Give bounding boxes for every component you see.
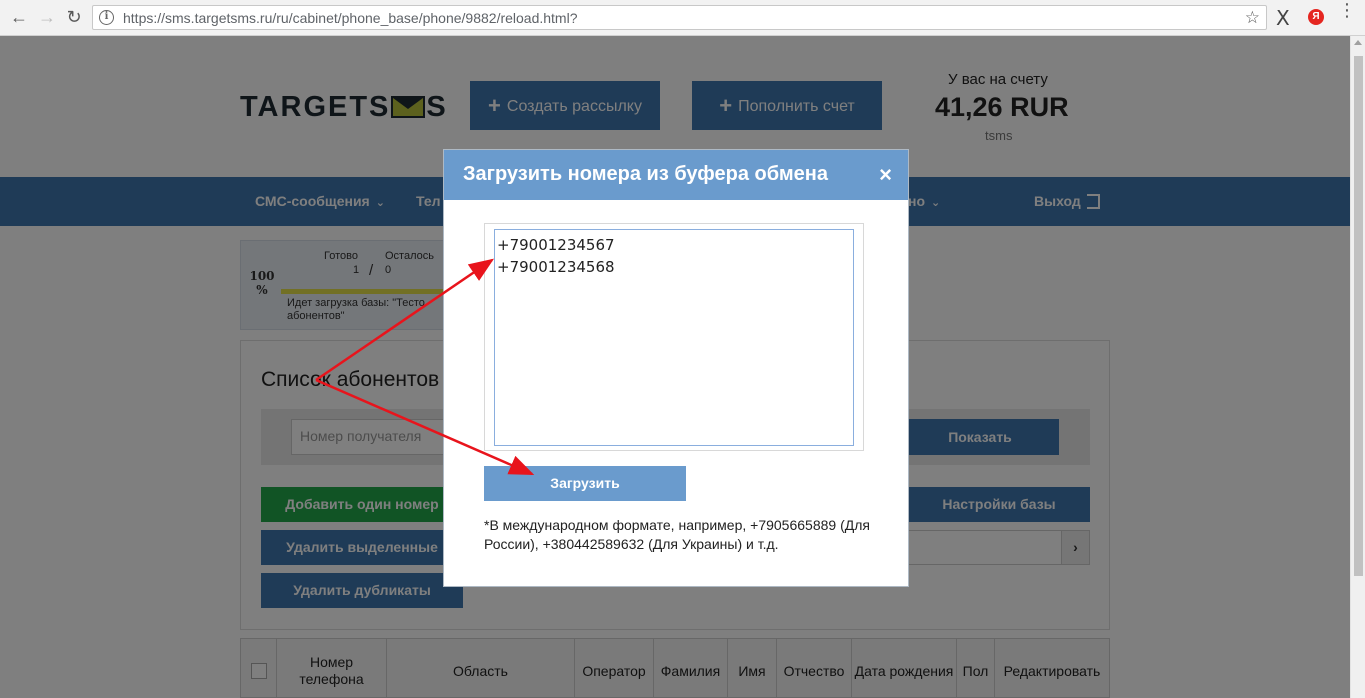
reload-icon[interactable]: ↻ [63, 6, 85, 28]
address-bar[interactable]: i https://sms.targetsms.ru/ru/cabinet/ph… [92, 5, 1267, 30]
bookmark-star-icon[interactable]: ☆ [1245, 8, 1260, 28]
numbers-textarea-wrapper: +79001234567 +79001234568 [484, 223, 864, 451]
page-scrollbar[interactable] [1350, 36, 1365, 698]
scroll-thumb[interactable] [1354, 56, 1363, 576]
numbers-textarea[interactable]: +79001234567 +79001234568 [494, 229, 854, 446]
format-hint: *В международном формате, например, +790… [484, 517, 870, 552]
scroll-up-icon[interactable] [1354, 40, 1362, 45]
info-icon[interactable]: i [99, 10, 114, 25]
load-button[interactable]: Загрузить [484, 466, 686, 501]
browser-menu-icon[interactable]: ⋮ [1338, 1, 1356, 19]
clipboard-upload-modal: Загрузить номера из буфера обмена × +790… [443, 149, 909, 587]
modal-title: Загрузить номера из буфера обмена [463, 163, 828, 185]
extension-x-icon[interactable]: Χ [1276, 6, 1290, 30]
modal-header: Загрузить номера из буфера обмена × [444, 150, 908, 200]
browser-toolbar: ← → ↻ i https://sms.targetsms.ru/ru/cabi… [0, 0, 1365, 36]
yandex-extension-icon[interactable]: Я [1308, 9, 1324, 25]
close-icon[interactable]: × [879, 162, 892, 188]
forward-icon[interactable]: → [36, 6, 58, 28]
back-icon[interactable]: ← [8, 6, 30, 28]
url-text: https://sms.targetsms.ru/ru/cabinet/phon… [123, 10, 578, 26]
